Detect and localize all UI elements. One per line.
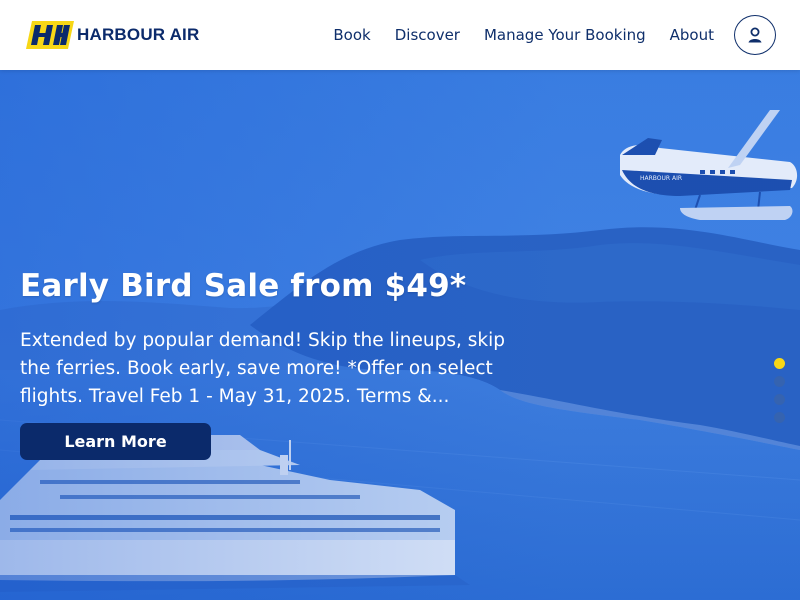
hero-banner: HARBOUR AIR Early Bird Sale from $49* Ex… xyxy=(0,70,800,600)
hero-content: Early Bird Sale from $49* Extended by po… xyxy=(20,268,520,461)
hero-description: Extended by popular demand! Skip the lin… xyxy=(20,330,506,408)
nav-item-discover[interactable]: Discover xyxy=(395,26,460,44)
learn-more-button[interactable]: Learn More xyxy=(20,423,211,461)
harbour-air-logo[interactable]: HARBOUR AIR xyxy=(26,21,199,49)
carousel-dot-4[interactable] xyxy=(774,412,785,423)
carousel-dot-3[interactable] xyxy=(774,394,785,405)
carousel-dot-1[interactable] xyxy=(774,358,785,369)
user-icon xyxy=(748,27,762,43)
nav-item-book[interactable]: Book xyxy=(333,26,370,44)
carousel-dot-2[interactable] xyxy=(774,376,785,387)
nav-item-manage-booking[interactable]: Manage Your Booking xyxy=(484,26,646,44)
logo-mark-icon xyxy=(26,21,74,49)
account-button[interactable] xyxy=(734,15,776,55)
site-header: HARBOUR AIR Book Discover Manage Your Bo… xyxy=(0,0,800,70)
carousel-pagination xyxy=(774,358,785,430)
nav-item-about[interactable]: About xyxy=(670,26,714,44)
hero-title: Early Bird Sale from $49* xyxy=(20,268,467,304)
main-nav: Book Discover Manage Your Booking About xyxy=(333,0,714,70)
logo-text: HARBOUR AIR xyxy=(77,25,200,44)
